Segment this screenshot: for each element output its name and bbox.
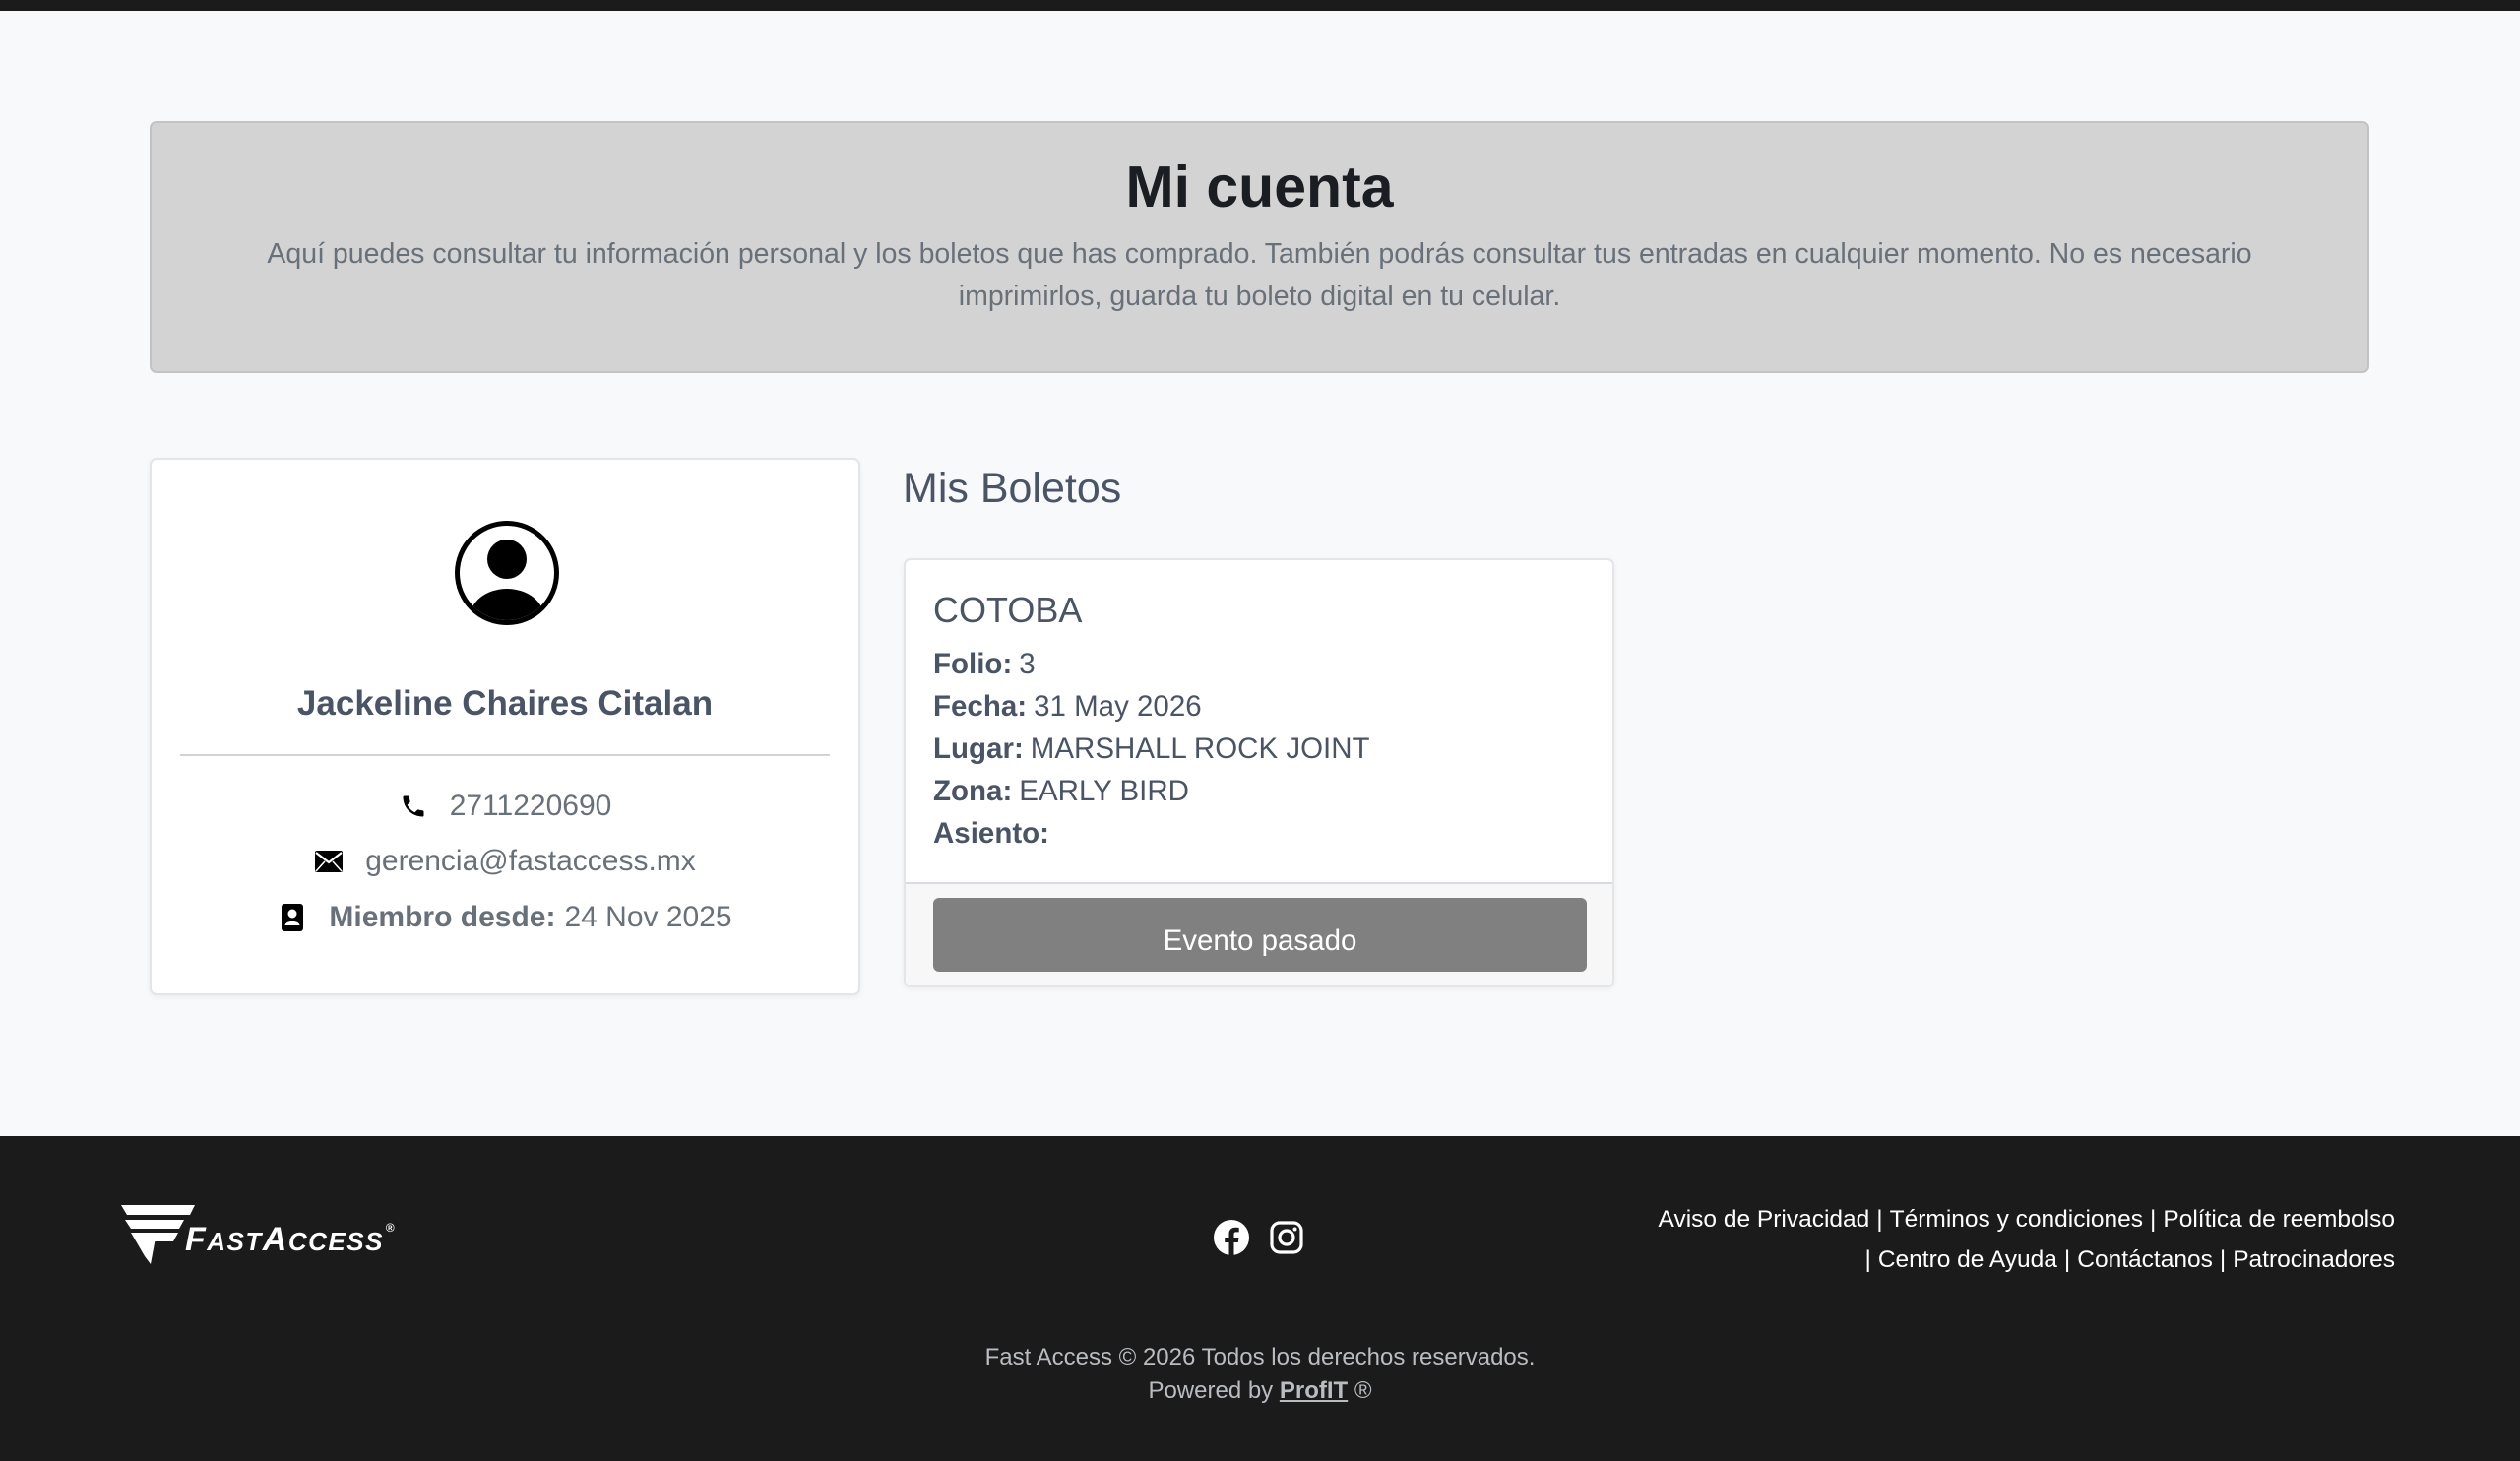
tickets-title: Mis Boletos: [903, 465, 1122, 512]
email-address: gerencia@fastaccess.mx: [365, 845, 696, 877]
envelope-icon: [314, 847, 344, 876]
seat-label: Asiento:: [933, 817, 1049, 850]
sponsors-link[interactable]: Patrocinadores: [2233, 1246, 2395, 1273]
powered-by: Powered by ProfIT ®: [0, 1374, 2520, 1408]
copyright-text: Fast Access © 2026 Todos los derechos re…: [984, 1344, 1536, 1370]
contact-card-icon: [278, 903, 307, 932]
ticket-event-name: COTOBA: [933, 590, 1083, 630]
social-links: [1213, 1219, 1305, 1256]
footer-links-row-1: Aviso de Privacidad | Términos y condicion…: [1659, 1199, 2395, 1239]
ticket-footer: Evento pasado: [906, 882, 1612, 985]
ticket-folio: Folio: 3: [933, 648, 1036, 681]
page-title: Mi cuenta: [1125, 155, 1394, 220]
link-separator: |: [1876, 1206, 1883, 1233]
venue-label: Lugar:: [933, 732, 1024, 765]
folio-label: Folio:: [933, 648, 1013, 680]
fastaccess-logo[interactable]: FASTACCESS ®: [121, 1201, 436, 1270]
logo-wordmark: FASTACCESS ®: [185, 1221, 397, 1258]
member-since-label: Miembro desde:: [329, 901, 556, 933]
facebook-icon[interactable]: [1213, 1219, 1250, 1256]
date-value: 31 May 2026: [1034, 690, 1202, 723]
terms-link[interactable]: Términos y condiciones: [1890, 1206, 2143, 1233]
footer-links-row-2: | Centro de Ayuda | Contáctanos | Patrocinado…: [1659, 1239, 2395, 1280]
divider: [180, 754, 830, 756]
link-separator: |: [2150, 1206, 2157, 1233]
ticket-seat: Asiento:: [933, 817, 1056, 851]
contact-link[interactable]: Contáctanos: [2077, 1246, 2213, 1273]
footer-copyright: Fast Access © 2026 Todos los derechos re…: [0, 1341, 2520, 1408]
ticket-zone: Zona: EARLY BIRD: [933, 775, 1189, 808]
member-since-date: 24 Nov 2025: [564, 901, 732, 933]
top-bar: [0, 0, 2520, 11]
phone-icon: [399, 792, 428, 821]
powered-by-prefix: Powered by: [1148, 1377, 1274, 1404]
profile-card: Jackeline Chaires Citalan 2711220690 ger…: [150, 458, 860, 995]
ticket-card: COTOBA Folio: 3 Fecha: 31 May 2026 Lugar: M…: [904, 558, 1614, 987]
zone-value: EARLY BIRD: [1019, 775, 1189, 807]
refund-link[interactable]: Política de reembolso: [2163, 1206, 2395, 1233]
email-row: gerencia@fastaccess.mx: [152, 845, 858, 878]
page-description: Aquí puedes consultar tu información per…: [267, 238, 2252, 312]
profile-name: Jackeline Chaires Citalan: [296, 684, 714, 723]
user-circle-icon: [455, 521, 559, 625]
phone-row: 2711220690: [152, 790, 858, 823]
ticket-venue: Lugar: MARSHALL ROCK JOINT: [933, 732, 1370, 766]
ticket-date: Fecha: 31 May 2026: [933, 690, 1202, 724]
help-center-link[interactable]: Centro de Ayuda: [1878, 1246, 2057, 1273]
privacy-link[interactable]: Aviso de Privacidad: [1659, 1206, 1870, 1233]
zone-label: Zona:: [933, 775, 1013, 807]
site-footer: FASTACCESS ®: [0, 1136, 2520, 1461]
link-separator: |: [1864, 1246, 1871, 1273]
account-header: Mi cuenta Aquí puedes consultar tu infor…: [150, 121, 2369, 373]
link-separator: |: [2219, 1246, 2227, 1273]
event-past-button[interactable]: Evento pasado: [933, 898, 1587, 972]
profit-link[interactable]: ProfIT: [1280, 1377, 1348, 1404]
member-since-row: Miembro desde: 24 Nov 2025: [152, 901, 858, 934]
folio-value: 3: [1019, 648, 1036, 680]
footer-links: Aviso de Privacidad | Términos y condicion…: [1659, 1199, 2395, 1280]
instagram-icon[interactable]: [1268, 1219, 1305, 1256]
venue-value: MARSHALL ROCK JOINT: [1030, 732, 1370, 765]
phone-number: 2711220690: [449, 790, 612, 822]
date-label: Fecha:: [933, 690, 1028, 723]
link-separator: |: [2063, 1246, 2071, 1273]
registered-mark: ®: [1354, 1377, 1372, 1404]
